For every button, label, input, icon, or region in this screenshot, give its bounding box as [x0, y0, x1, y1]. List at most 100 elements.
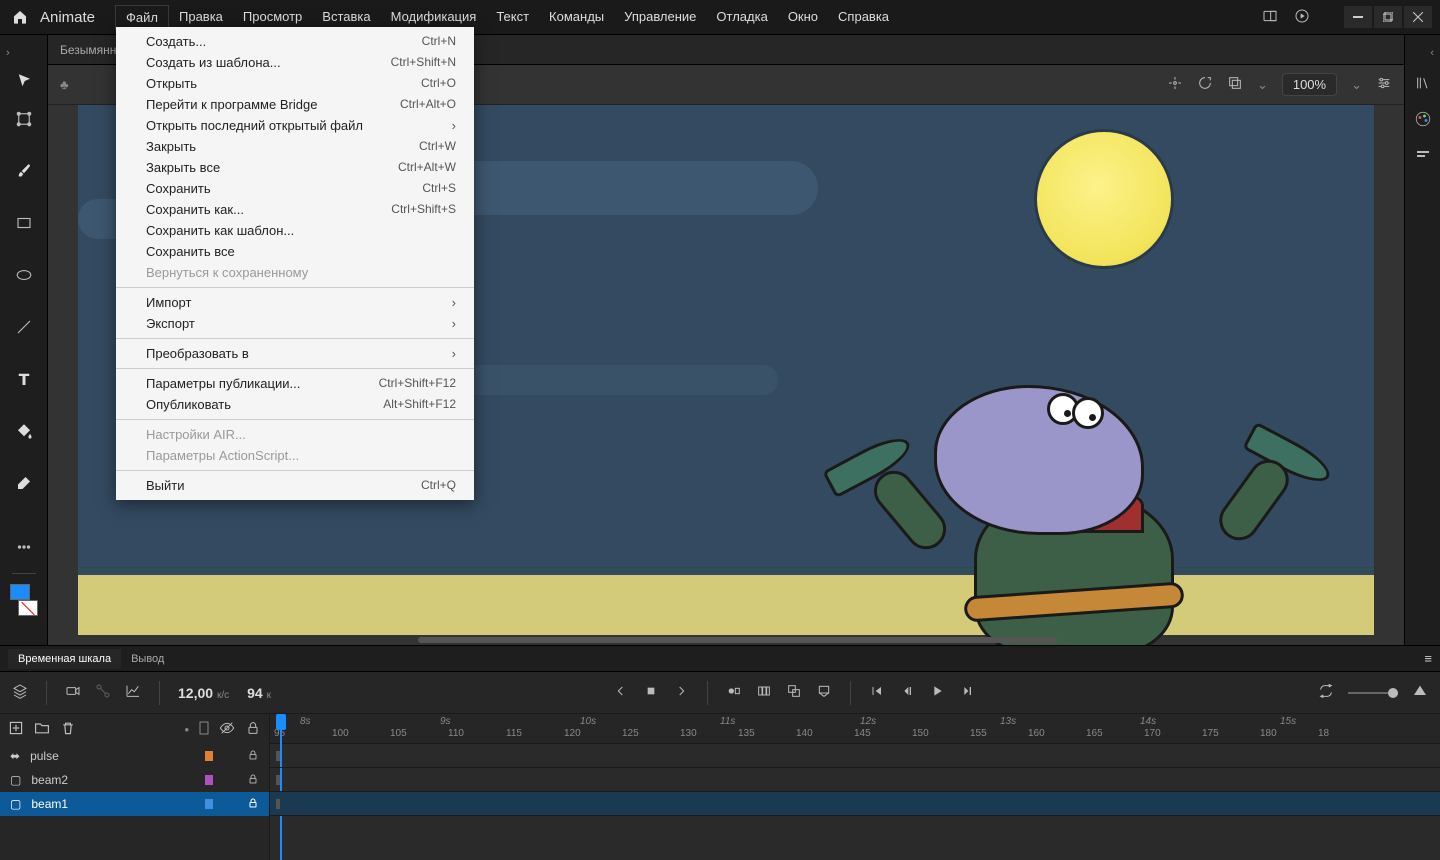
menu-модификация[interactable]: Модификация [381, 5, 487, 30]
minimize-button[interactable] [1344, 6, 1372, 28]
more-tools[interactable] [8, 531, 40, 563]
menu-команды[interactable]: Команды [539, 5, 614, 30]
menu-item[interactable]: Сохранить как...Ctrl+Shift+S [116, 199, 474, 220]
new-folder-icon[interactable] [34, 720, 50, 739]
menu-item[interactable]: ОпубликоватьAlt+Shift+F12 [116, 394, 474, 415]
scene-icon[interactable]: ♣ [60, 77, 69, 92]
menu-отладка[interactable]: Отладка [706, 5, 777, 30]
library-panel-icon[interactable] [1415, 75, 1431, 94]
highlight-icon[interactable]: • [184, 722, 189, 737]
camera-icon[interactable] [65, 683, 81, 702]
next-keyframe-icon[interactable] [673, 683, 689, 702]
insert-keyframe-icon[interactable] [726, 683, 742, 702]
line-tool[interactable] [8, 311, 40, 343]
menu-управление[interactable]: Управление [614, 5, 706, 30]
chevron-down-icon[interactable]: ⌄ [1257, 77, 1268, 93]
ellipse-tool[interactable] [8, 259, 40, 291]
workspace-switcher-icon[interactable] [1262, 8, 1278, 27]
menu-item[interactable]: Сохранить все [116, 241, 474, 262]
menu-item[interactable]: Открыть последний открытый файл› [116, 115, 474, 136]
text-tool[interactable] [8, 363, 40, 395]
output-tab[interactable]: Вывод [121, 649, 174, 669]
stop-icon[interactable] [643, 683, 659, 702]
clip-center-icon[interactable] [1167, 75, 1183, 94]
loop-icon[interactable] [1318, 683, 1334, 702]
menu-item[interactable]: Импорт› [116, 292, 474, 313]
menu-вставка[interactable]: Вставка [312, 5, 380, 30]
document-tab[interactable]: Безымянн [60, 43, 116, 57]
brush-tool[interactable] [8, 155, 40, 187]
menu-окно[interactable]: Окно [778, 5, 828, 30]
onion-skin-icon[interactable] [756, 683, 772, 702]
menu-item[interactable]: Сохранить как шаблон... [116, 220, 474, 241]
fps-display[interactable]: 12,00 к/с [178, 685, 229, 701]
layer-view-icon[interactable] [12, 683, 28, 702]
frames-track[interactable] [270, 744, 1440, 768]
menu-item[interactable]: Создать...Ctrl+N [116, 31, 474, 52]
frames-panel[interactable]: 8s9s10s11s12s13s14s15s951001051101151201… [270, 714, 1440, 860]
menu-справка[interactable]: Справка [828, 5, 899, 30]
menu-файл[interactable]: Файл [115, 5, 169, 30]
stroke-color-swatch[interactable] [18, 600, 38, 616]
timeline-zoom-slider[interactable] [1348, 692, 1398, 694]
zoom-field[interactable]: 100% [1282, 73, 1337, 96]
selection-tool[interactable] [8, 65, 40, 97]
layer-row[interactable]: ▢beam2 [0, 768, 269, 792]
horizontal-scrollbar[interactable] [418, 637, 1058, 643]
step-back-icon[interactable] [899, 683, 915, 702]
menu-item[interactable]: ВыйтиCtrl+Q [116, 475, 474, 496]
play-icon[interactable] [1294, 8, 1310, 27]
settings-icon[interactable] [1376, 75, 1392, 94]
prev-keyframe-icon[interactable] [613, 683, 629, 702]
lock-icon[interactable] [247, 749, 259, 764]
lock-icon[interactable] [247, 773, 259, 788]
clip-icon[interactable] [1227, 75, 1243, 94]
layer-parent-icon[interactable] [95, 683, 111, 702]
menu-item[interactable]: СохранитьCtrl+S [116, 178, 474, 199]
layer-row[interactable]: ⬌pulse [0, 744, 269, 768]
free-transform-tool[interactable] [8, 103, 40, 135]
expand-panel-icon[interactable]: ‹ [1430, 47, 1434, 59]
align-panel-icon[interactable] [1415, 147, 1431, 166]
fill-color-swatch[interactable] [10, 584, 30, 600]
eraser-tool[interactable] [8, 467, 40, 499]
layer-row[interactable]: ▢beam1 [0, 792, 269, 816]
paint-bucket-tool[interactable] [8, 415, 40, 447]
timeline-tab[interactable]: Временная шкала [8, 649, 121, 669]
zoom-dropdown-icon[interactable]: ⌄ [1351, 77, 1362, 93]
play-button[interactable] [929, 683, 945, 702]
fit-timeline-icon[interactable] [1412, 683, 1428, 702]
menu-item[interactable]: Закрыть всеCtrl+Alt+W [116, 157, 474, 178]
panel-menu-icon[interactable]: ≡ [1424, 651, 1432, 666]
menu-item[interactable]: Параметры публикации...Ctrl+Shift+F12 [116, 373, 474, 394]
menu-item[interactable]: Экспорт› [116, 313, 474, 334]
menu-просмотр[interactable]: Просмотр [233, 5, 312, 30]
menu-item[interactable]: Перейти к программе BridgeCtrl+Alt+O [116, 94, 474, 115]
go-to-first-icon[interactable] [869, 683, 885, 702]
visibility-icon[interactable] [219, 720, 235, 739]
new-layer-icon[interactable] [8, 720, 24, 739]
lock-icon[interactable] [247, 797, 259, 812]
frame-display[interactable]: 94 к [247, 685, 271, 701]
edit-multiple-frames-icon[interactable] [786, 683, 802, 702]
close-button[interactable] [1404, 6, 1432, 28]
menu-item[interactable]: Создать из шаблона...Ctrl+Shift+N [116, 52, 474, 73]
outline-icon[interactable] [199, 721, 209, 738]
rotate-view-icon[interactable] [1197, 75, 1213, 94]
frames-track[interactable] [270, 768, 1440, 792]
menu-правка[interactable]: Правка [169, 5, 233, 30]
menu-текст[interactable]: Текст [486, 5, 539, 30]
frames-track[interactable] [270, 792, 1440, 816]
home-button[interactable] [8, 5, 32, 29]
graph-icon[interactable] [125, 683, 141, 702]
menu-item[interactable]: ОткрытьCtrl+O [116, 73, 474, 94]
color-panel-icon[interactable] [1414, 110, 1432, 131]
step-forward-icon[interactable] [959, 683, 975, 702]
lock-icon[interactable] [245, 720, 261, 739]
maximize-button[interactable] [1374, 6, 1402, 28]
delete-layer-icon[interactable] [60, 720, 76, 739]
menu-item[interactable]: ЗакрытьCtrl+W [116, 136, 474, 157]
marker-icon[interactable] [816, 683, 832, 702]
rectangle-tool[interactable] [8, 207, 40, 239]
collapse-toolbar-icon[interactable]: › [6, 47, 10, 59]
